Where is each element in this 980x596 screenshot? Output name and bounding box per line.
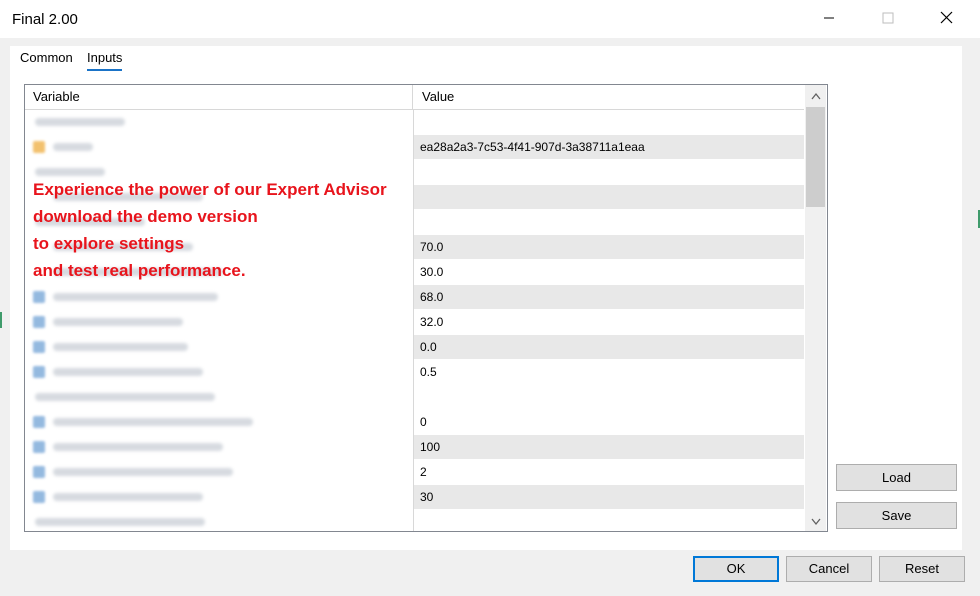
value-cell[interactable] — [414, 210, 804, 234]
parameter-row[interactable]: ea28a2a3-7c53-4f41-907d-3a38711a1eaa — [25, 135, 804, 160]
value-cell[interactable] — [414, 510, 804, 531]
double-icon — [33, 366, 45, 378]
value-cell[interactable]: 30.0 — [414, 260, 804, 284]
variable-name-cell — [25, 310, 413, 334]
column-header-variable[interactable]: Variable — [25, 85, 413, 109]
background-edge — [0, 312, 2, 328]
variable-name-cell — [25, 360, 413, 384]
redacted-variable-name — [53, 343, 188, 351]
group-row[interactable] — [25, 110, 804, 135]
redacted-variable-name — [53, 418, 253, 426]
title-bar: Final 2.00 — [0, 0, 980, 38]
variable-name-cell — [25, 335, 413, 359]
save-button[interactable]: Save — [836, 502, 957, 529]
parameter-row[interactable]: 68.0 — [25, 285, 804, 310]
value-cell[interactable] — [414, 385, 804, 409]
reset-button[interactable]: Reset — [879, 556, 965, 582]
redacted-variable-name — [53, 318, 183, 326]
redacted-variable-name — [53, 143, 93, 151]
redacted-variable-name — [35, 393, 215, 401]
tab-common[interactable]: Common — [20, 50, 73, 69]
variable-name-cell — [25, 385, 413, 409]
variable-name-cell — [25, 510, 413, 531]
group-row[interactable] — [25, 385, 804, 410]
integer-icon — [33, 491, 45, 503]
inputs-grid[interactable]: Variable Value ea28a2a3-7c53-4f41-907d-3… — [24, 84, 828, 532]
value-cell[interactable]: 0 — [414, 410, 804, 434]
promo-line: download the demo version — [33, 207, 258, 226]
group-row[interactable] — [25, 510, 804, 531]
variable-name-cell — [25, 435, 413, 459]
promo-line: and test real performance. — [33, 261, 246, 280]
redacted-variable-name — [35, 168, 105, 176]
column-header-value[interactable]: Value — [414, 85, 804, 109]
ok-button[interactable]: OK — [693, 556, 779, 582]
window-title: Final 2.00 — [12, 11, 78, 28]
tab-panel: Common Inputs Variable Value ea28a2a3-7c… — [10, 46, 962, 550]
value-cell[interactable]: 68.0 — [414, 285, 804, 309]
scroll-thumb[interactable] — [806, 107, 825, 207]
double-icon — [33, 291, 45, 303]
redacted-variable-name — [35, 518, 205, 526]
value-cell[interactable]: 0.5 — [414, 360, 804, 384]
close-button[interactable] — [922, 0, 970, 38]
double-icon — [33, 316, 45, 328]
chevron-up-icon — [810, 88, 821, 103]
redacted-variable-name — [53, 443, 223, 451]
abc-icon — [33, 141, 45, 153]
chevron-down-icon — [810, 514, 821, 529]
value-cell[interactable] — [414, 160, 804, 184]
value-cell[interactable]: 30 — [414, 485, 804, 509]
parameter-row[interactable]: 0.0 — [25, 335, 804, 360]
value-cell[interactable]: 0.0 — [414, 335, 804, 359]
value-cell[interactable]: 70.0 — [414, 235, 804, 259]
redacted-variable-name — [35, 118, 125, 126]
double-icon — [33, 341, 45, 353]
tab-inputs[interactable]: Inputs — [87, 50, 123, 71]
cancel-button[interactable]: Cancel — [786, 556, 872, 582]
load-button[interactable]: Load — [836, 464, 957, 491]
parameter-row[interactable]: 2 — [25, 460, 804, 485]
maximize-icon — [882, 12, 894, 27]
variable-name-cell — [25, 285, 413, 309]
variable-name-cell — [25, 410, 413, 434]
scroll-down-button[interactable] — [805, 511, 826, 531]
parameter-row[interactable]: 0 — [25, 410, 804, 435]
scroll-up-button[interactable] — [805, 85, 826, 105]
dialog-body: Common Inputs Variable Value ea28a2a3-7c… — [0, 38, 980, 596]
parameter-row[interactable]: 0.5 — [25, 360, 804, 385]
parameter-row[interactable]: 30 — [25, 485, 804, 510]
value-cell[interactable]: 100 — [414, 435, 804, 459]
maximize-button[interactable] — [864, 0, 912, 38]
variable-name-cell — [25, 460, 413, 484]
vertical-scrollbar[interactable] — [805, 85, 826, 531]
redacted-variable-name — [53, 368, 203, 376]
parameter-row[interactable]: 100 — [25, 435, 804, 460]
redacted-variable-name — [53, 468, 233, 476]
promo-line: to explore settings — [33, 234, 185, 253]
integer-icon — [33, 466, 45, 478]
value-cell[interactable] — [414, 110, 804, 134]
variable-name-cell — [25, 110, 413, 134]
promo-overlay: Experience the power of our Expert Advis… — [33, 176, 387, 284]
parameter-row[interactable]: 32.0 — [25, 310, 804, 335]
variable-name-cell — [25, 135, 413, 159]
value-cell[interactable]: 32.0 — [414, 310, 804, 334]
value-cell[interactable]: 2 — [414, 460, 804, 484]
minimize-icon — [823, 12, 835, 27]
close-icon — [940, 11, 953, 27]
integer-icon — [33, 416, 45, 428]
minimize-button[interactable] — [805, 0, 853, 38]
integer-icon — [33, 441, 45, 453]
value-cell[interactable]: ea28a2a3-7c53-4f41-907d-3a38711a1eaa — [414, 135, 804, 159]
promo-line: Experience the power of our Expert Advis… — [33, 180, 387, 199]
grid-header: Variable Value — [25, 85, 804, 110]
grid-rows: ea28a2a3-7c53-4f41-907d-3a38711a1eaa 70.0… — [25, 110, 804, 531]
redacted-variable-name — [53, 493, 203, 501]
variable-name-cell — [25, 485, 413, 509]
redacted-variable-name — [53, 293, 218, 301]
value-cell[interactable] — [414, 185, 804, 209]
